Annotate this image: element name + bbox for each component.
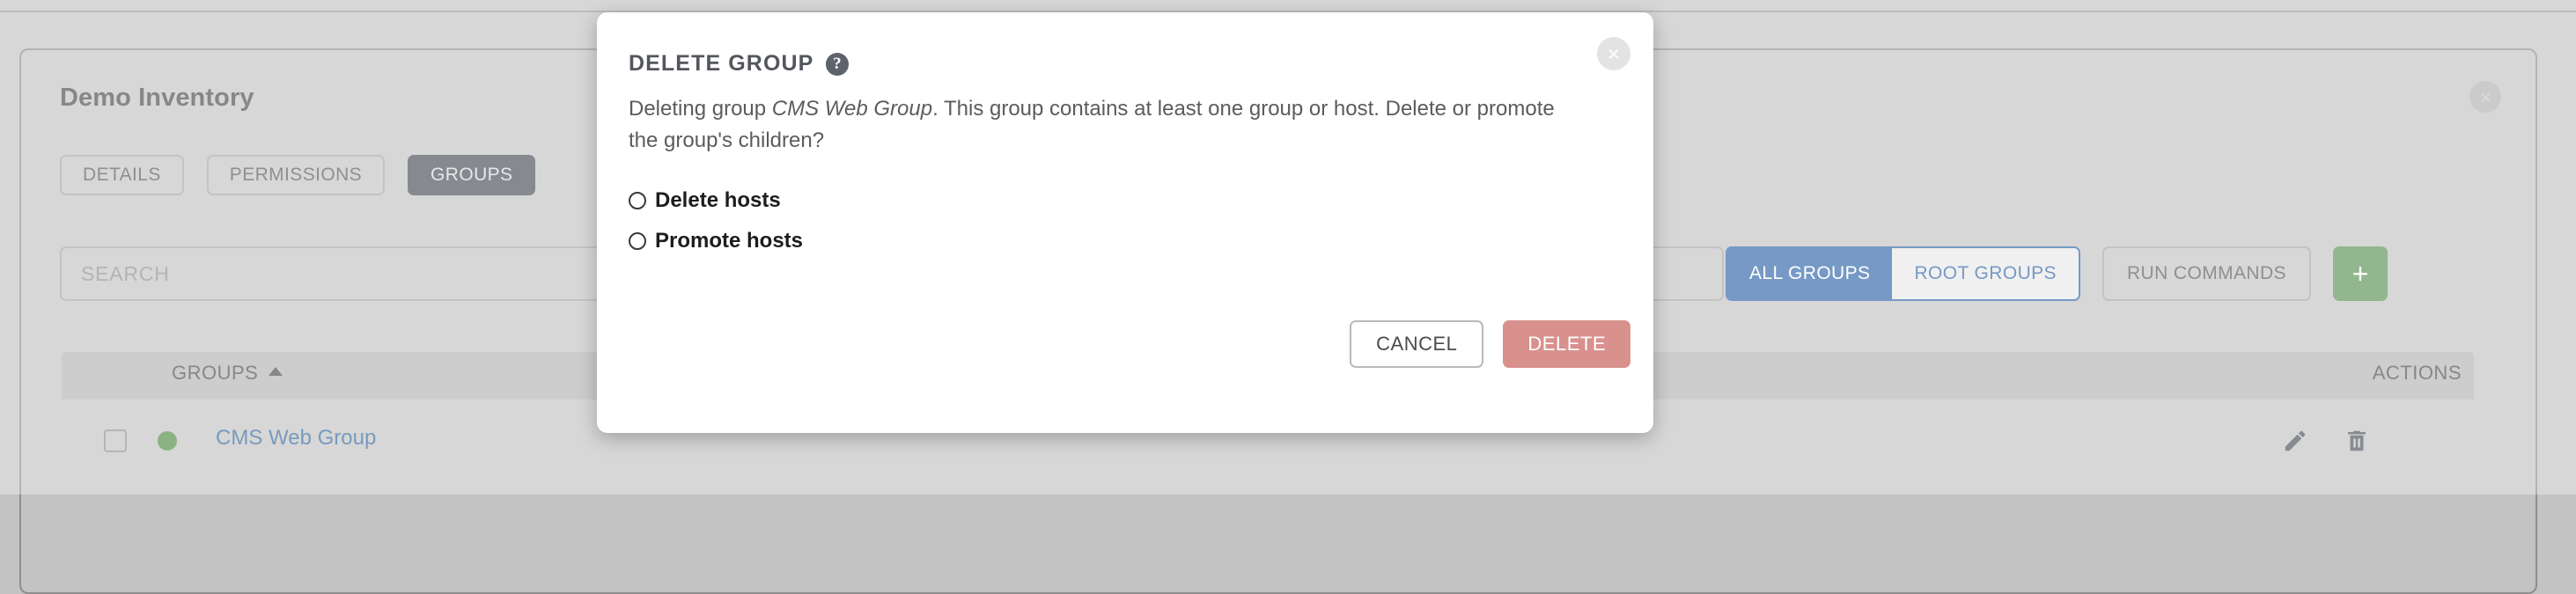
- option-delete-hosts-label: Delete hosts: [655, 188, 781, 213]
- modal-close-button[interactable]: [1597, 37, 1630, 70]
- modal-body: Deleting group CMS Web Group. This group…: [629, 93, 1562, 158]
- close-circle-icon: [1605, 45, 1623, 62]
- option-promote-hosts-label: Promote hosts: [655, 229, 803, 253]
- modal-footer: CANCEL DELETE: [1350, 320, 1630, 368]
- question-mark-icon[interactable]: ?: [826, 53, 849, 76]
- cancel-button[interactable]: CANCEL: [1350, 320, 1483, 368]
- modal-options: Delete hosts Promote hosts: [629, 188, 803, 269]
- modal-body-group-name: CMS Web Group: [772, 97, 932, 121]
- radio-delete-hosts[interactable]: [629, 192, 646, 209]
- radio-promote-hosts[interactable]: [629, 232, 646, 250]
- modal-title: DELETE GROUP ?: [629, 51, 849, 77]
- delete-group-modal: DELETE GROUP ? Deleting group CMS Web Gr…: [597, 12, 1653, 433]
- modal-body-prefix: Deleting group: [629, 97, 772, 121]
- option-promote-hosts[interactable]: Promote hosts: [629, 229, 803, 253]
- option-delete-hosts[interactable]: Delete hosts: [629, 188, 803, 213]
- delete-button[interactable]: DELETE: [1503, 320, 1630, 368]
- modal-title-text: DELETE GROUP: [629, 51, 813, 77]
